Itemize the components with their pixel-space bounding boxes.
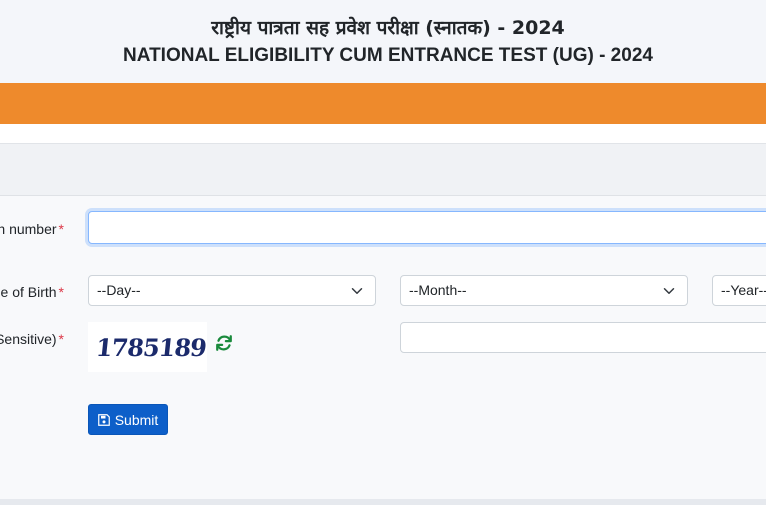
required-marker: * <box>58 221 64 237</box>
form-card <box>0 143 766 499</box>
refresh-icon[interactable] <box>215 334 233 352</box>
captcha-text: 1785189 <box>94 333 208 362</box>
dob-year-value: --Year-- <box>721 282 766 298</box>
dob-label-text: e of Birth <box>0 284 57 300</box>
captcha-label-text: Sensitive) <box>0 331 57 347</box>
dob-month-select[interactable]: --Month-- <box>400 275 688 306</box>
dob-day-value: --Day-- <box>97 282 141 298</box>
page-header: राष्ट्रीय पात्रता सह प्रवेश परीक्षा (स्न… <box>0 0 766 83</box>
captcha-image: 1785189 <box>88 322 207 372</box>
chevron-down-icon <box>663 288 675 294</box>
required-marker: * <box>58 284 64 300</box>
captcha-label: Sensitive) * <box>0 331 64 347</box>
card-header <box>0 144 766 196</box>
title-hindi: राष्ट्रीय पात्रता सह प्रवेश परीक्षा (स्न… <box>211 17 565 39</box>
spacer <box>0 124 766 143</box>
application-number-input[interactable] <box>88 211 766 244</box>
application-number-label-text: n number <box>0 221 57 237</box>
save-icon <box>97 413 110 426</box>
card-footer-edge <box>0 499 766 505</box>
dob-label: e of Birth * <box>1 284 64 300</box>
application-number-label: n number * <box>0 221 64 237</box>
dob-day-select[interactable]: --Day-- <box>88 275 376 306</box>
submit-button[interactable]: Submit <box>88 404 168 435</box>
title-english: NATIONAL ELIGIBILITY CUM ENTRANCE TEST (… <box>123 45 653 66</box>
dob-month-value: --Month-- <box>409 282 467 298</box>
chevron-down-icon <box>351 288 363 294</box>
captcha-input[interactable] <box>400 322 766 353</box>
submit-label: Submit <box>114 411 159 428</box>
accent-bar <box>0 83 766 124</box>
required-marker: * <box>58 331 64 347</box>
dob-year-select[interactable]: --Year-- <box>712 275 766 306</box>
